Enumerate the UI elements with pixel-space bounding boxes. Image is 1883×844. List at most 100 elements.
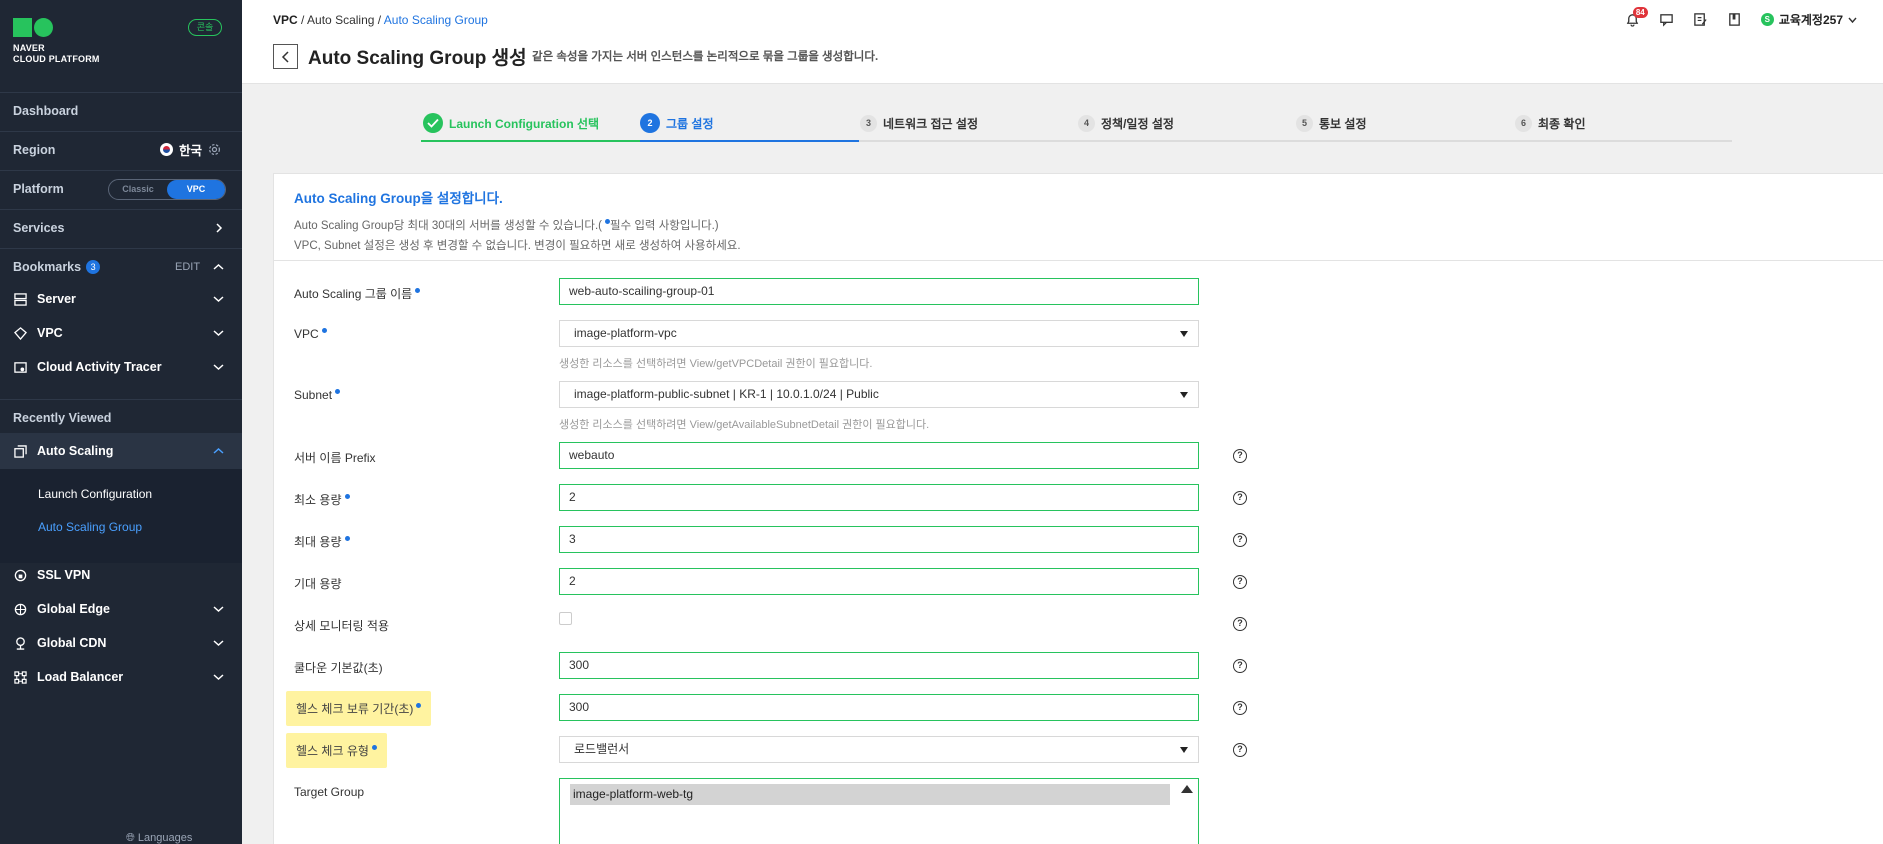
row-server-prefix: 서버 이름 Prefix webauto ?: [294, 442, 1254, 470]
console-badge[interactable]: 콘솔: [188, 19, 222, 36]
sidebar-sub-launch-configuration[interactable]: Launch Configuration: [38, 487, 152, 501]
gear-icon[interactable]: [208, 143, 221, 156]
required-dot-icon: [371, 745, 377, 750]
dashboard-label: Dashboard: [13, 103, 79, 118]
auto-scaling-icon: [13, 444, 27, 458]
global-cdn-icon: [13, 636, 27, 650]
step-5[interactable]: 5 통보 설정: [1296, 113, 1367, 133]
ssl-vpn-icon: [13, 568, 27, 582]
help-icon[interactable]: ?: [1233, 659, 1247, 673]
sidebar-item-load-balancer[interactable]: Load Balancer: [0, 659, 242, 695]
subnet-select[interactable]: image-platform-public-subnet | KR-1 | 10…: [559, 381, 1199, 408]
help-icon[interactable]: ?: [1233, 617, 1247, 631]
chevron-left-icon: [281, 50, 289, 63]
min-capacity-input[interactable]: 2: [559, 484, 1199, 511]
sidebar-region: Region 한국: [0, 131, 242, 167]
help-icon[interactable]: ?: [1233, 701, 1247, 715]
min-capacity-label: 최소 용량: [294, 491, 350, 508]
desired-capacity-input[interactable]: 2: [559, 568, 1199, 595]
step-6-label: 최종 확인: [1538, 116, 1586, 131]
user-avatar: S: [1760, 13, 1774, 26]
ssl-vpn-label: SSL VPN: [37, 568, 91, 582]
chat-button[interactable]: [1659, 12, 1675, 28]
step-6[interactable]: 6 최종 확인: [1515, 113, 1586, 133]
logo-text: NAVER CLOUD PLATFORM: [13, 43, 100, 64]
row-max-capacity: 최대 용량 3 ?: [294, 526, 1254, 554]
naver-cloud-logo[interactable]: NAVER CLOUD PLATFORM: [13, 18, 100, 65]
help-icon[interactable]: ?: [1233, 533, 1247, 547]
sidebar-item-auto-scaling[interactable]: Auto Scaling: [0, 433, 242, 469]
scroll-up-icon[interactable]: [1181, 785, 1193, 793]
check-icon: [423, 113, 443, 133]
target-group-listbox[interactable]: image-platform-web-tg: [559, 778, 1199, 844]
breadcrumb-vpc[interactable]: VPC: [273, 13, 298, 27]
help-icon[interactable]: ?: [1233, 743, 1247, 757]
server-prefix-input[interactable]: webauto: [559, 442, 1199, 469]
target-group-label: Target Group: [294, 785, 365, 799]
chevron-right-icon: [216, 222, 223, 233]
max-capacity-input[interactable]: 3: [559, 526, 1199, 553]
form-panel: Auto Scaling Group을 설정합니다. Auto Scaling …: [273, 173, 1883, 844]
notification-button[interactable]: 84: [1625, 6, 1648, 28]
sidebar-dashboard[interactable]: Dashboard: [0, 92, 242, 128]
edit-note-button[interactable]: [1693, 12, 1709, 28]
bookmarks-edit-link[interactable]: EDIT: [175, 261, 200, 273]
logo-mark: [13, 18, 100, 37]
chevron-up-icon: [213, 447, 224, 454]
step-1-line: [421, 140, 640, 142]
step-4[interactable]: 4 정책/일정 설정: [1078, 113, 1174, 133]
group-name-input[interactable]: web-auto-scailing-group-01: [559, 278, 1199, 305]
cooldown-input[interactable]: 300: [559, 652, 1199, 679]
back-button[interactable]: [273, 44, 298, 69]
platform-vpc-option[interactable]: VPC: [167, 180, 225, 199]
required-dot-icon: [415, 288, 421, 293]
sidebar-services[interactable]: Services: [0, 209, 242, 245]
row-min-capacity: 최소 용량 2 ?: [294, 484, 1254, 512]
required-dot-icon: [344, 494, 350, 499]
sidebar-sub-auto-scaling-group[interactable]: Auto Scaling Group: [38, 520, 142, 534]
chevron-down-icon: [213, 640, 224, 647]
max-capacity-label: 최대 용량: [294, 533, 350, 550]
help-icon[interactable]: ?: [1233, 575, 1247, 589]
platform-classic-option[interactable]: Classic: [109, 180, 167, 199]
sidebar-item-global-edge[interactable]: Global Edge: [0, 591, 242, 627]
form-note-2: VPC, Subnet 설정은 생성 후 변경할 수 없습니다. 변경이 필요하…: [294, 240, 741, 252]
page-description: 같은 속성을 가지는 서버 인스턴스를 논리적으로 묶을 그룹을 생성합니다.: [532, 51, 879, 63]
step-3-number: 3: [860, 114, 877, 132]
row-vpc: VPC image-platform-vpc 생성한 리소스를 선택하려면 Vi…: [294, 320, 1254, 370]
step-1[interactable]: Launch Configuration 선택: [423, 113, 599, 133]
global-cdn-label: Global CDN: [37, 636, 107, 650]
book-button[interactable]: [1727, 12, 1743, 28]
platform-toggle[interactable]: Classic VPC: [108, 179, 226, 200]
sidebar-item-global-cdn[interactable]: Global CDN: [0, 625, 242, 661]
step-3[interactable]: 3 네트워크 접근 설정: [860, 113, 978, 133]
vpc-select[interactable]: image-platform-vpc: [559, 320, 1199, 347]
row-subnet: Subnet image-platform-public-subnet | KR…: [294, 381, 1254, 431]
breadcrumb-auto-scaling[interactable]: Auto Scaling: [307, 13, 374, 27]
user-menu[interactable]: S 교육계정257: [1760, 11, 1857, 28]
sidebar-item-vpc[interactable]: VPC: [0, 315, 242, 351]
target-group-option[interactable]: image-platform-web-tg: [570, 784, 1170, 805]
breadcrumb-auto-scaling-group[interactable]: Auto Scaling Group: [384, 13, 488, 27]
step-2[interactable]: 2 그룹 설정: [640, 113, 714, 133]
region-value: 한국: [179, 144, 203, 158]
form-intro: Auto Scaling Group을 설정합니다. Auto Scaling …: [294, 187, 741, 256]
health-check-type-select[interactable]: 로드밸런서: [559, 736, 1199, 763]
sidebar-item-cloud-activity-tracer[interactable]: Cloud Activity Tracer: [0, 349, 242, 385]
server-prefix-label: 서버 이름 Prefix: [294, 451, 376, 465]
sidebar-item-server[interactable]: Server: [0, 281, 242, 317]
step-3-label: 네트워크 접근 설정: [883, 116, 978, 131]
detailed-monitoring-checkbox[interactable]: [559, 612, 572, 625]
languages-selector[interactable]: 🌐︎ Languages: [126, 832, 192, 844]
services-label: Services: [13, 220, 65, 235]
chevron-up-icon[interactable]: [213, 262, 224, 272]
region-selector[interactable]: 한국: [160, 140, 221, 159]
help-icon[interactable]: ?: [1233, 491, 1247, 505]
health-check-grace-input[interactable]: 300: [559, 694, 1199, 721]
chevron-down-icon: [213, 330, 224, 337]
help-icon[interactable]: ?: [1233, 449, 1247, 463]
step-2-line: [640, 140, 859, 142]
group-name-label: Auto Scaling 그룹 이름: [294, 285, 421, 302]
required-dot-icon: [416, 703, 422, 708]
sidebar-item-ssl-vpn[interactable]: SSL VPN: [0, 557, 242, 593]
